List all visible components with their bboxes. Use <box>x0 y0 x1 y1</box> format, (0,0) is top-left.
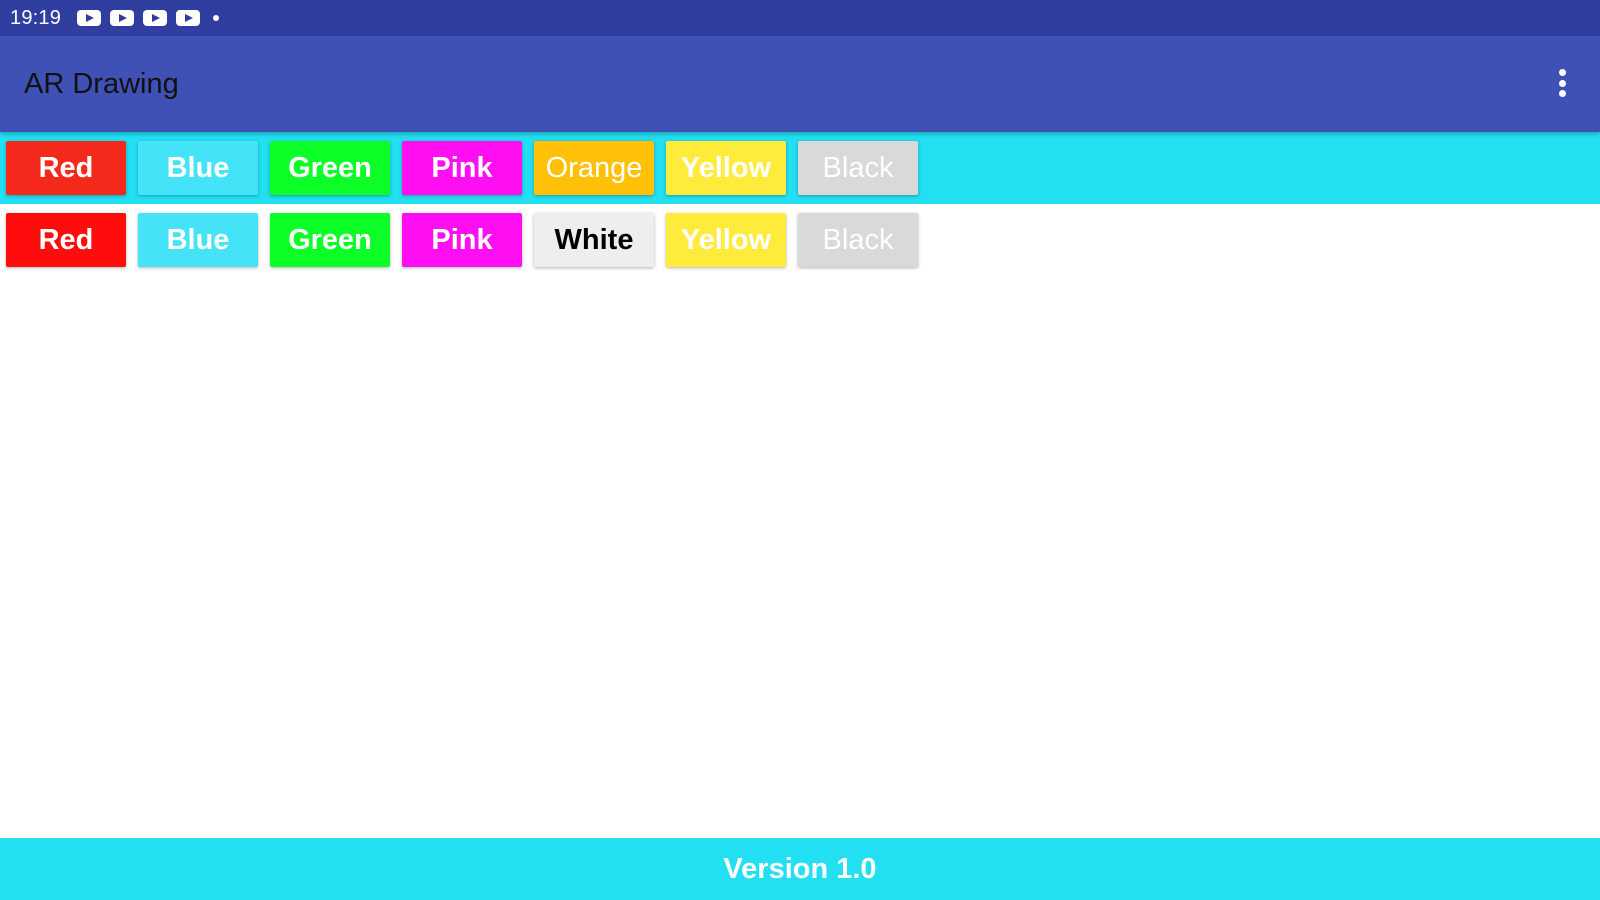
background-red-button[interactable]: Red <box>6 213 126 267</box>
app-bar: AR Drawing <box>0 36 1600 132</box>
background-color-row: Red Blue Green Pink White Yellow Black <box>0 204 1600 276</box>
brush-yellow-button[interactable]: Yellow <box>666 141 786 195</box>
menu-dot <box>1558 79 1566 87</box>
dot-icon <box>213 15 220 21</box>
youtube-icon <box>176 10 201 26</box>
menu-dot <box>1558 69 1566 76</box>
background-yellow-button[interactable]: Yellow <box>666 213 786 267</box>
app-screen: 19:19 AR Drawing Red Blue Green Pink Ora… <box>0 0 1600 900</box>
background-black-button[interactable]: Black <box>798 213 918 267</box>
background-blue-button[interactable]: Blue <box>138 213 258 267</box>
background-pink-button[interactable]: Pink <box>402 213 522 267</box>
menu-dot <box>1558 90 1566 97</box>
background-green-button[interactable]: Green <box>270 213 390 267</box>
brush-pink-button[interactable]: Pink <box>402 141 522 195</box>
more-vert-icon[interactable] <box>1554 66 1570 100</box>
brush-orange-button[interactable]: Orange <box>534 141 654 195</box>
footer: Version 1.0 <box>0 838 1600 900</box>
brush-black-button[interactable]: Black <box>798 141 918 195</box>
youtube-icon <box>110 10 135 26</box>
app-title: AR Drawing <box>24 67 179 100</box>
brush-red-button[interactable]: Red <box>6 141 126 195</box>
version-label: Version 1.0 <box>723 852 877 885</box>
youtube-icon <box>143 10 168 26</box>
brush-blue-button[interactable]: Blue <box>138 141 258 195</box>
brush-green-button[interactable]: Green <box>270 141 390 195</box>
status-time: 19:19 <box>10 6 62 29</box>
background-white-button[interactable]: White <box>534 213 654 267</box>
youtube-icon <box>77 10 102 26</box>
status-bar: 19:19 <box>0 0 1600 36</box>
brush-color-row: Red Blue Green Pink Orange Yellow Black <box>0 132 1600 204</box>
